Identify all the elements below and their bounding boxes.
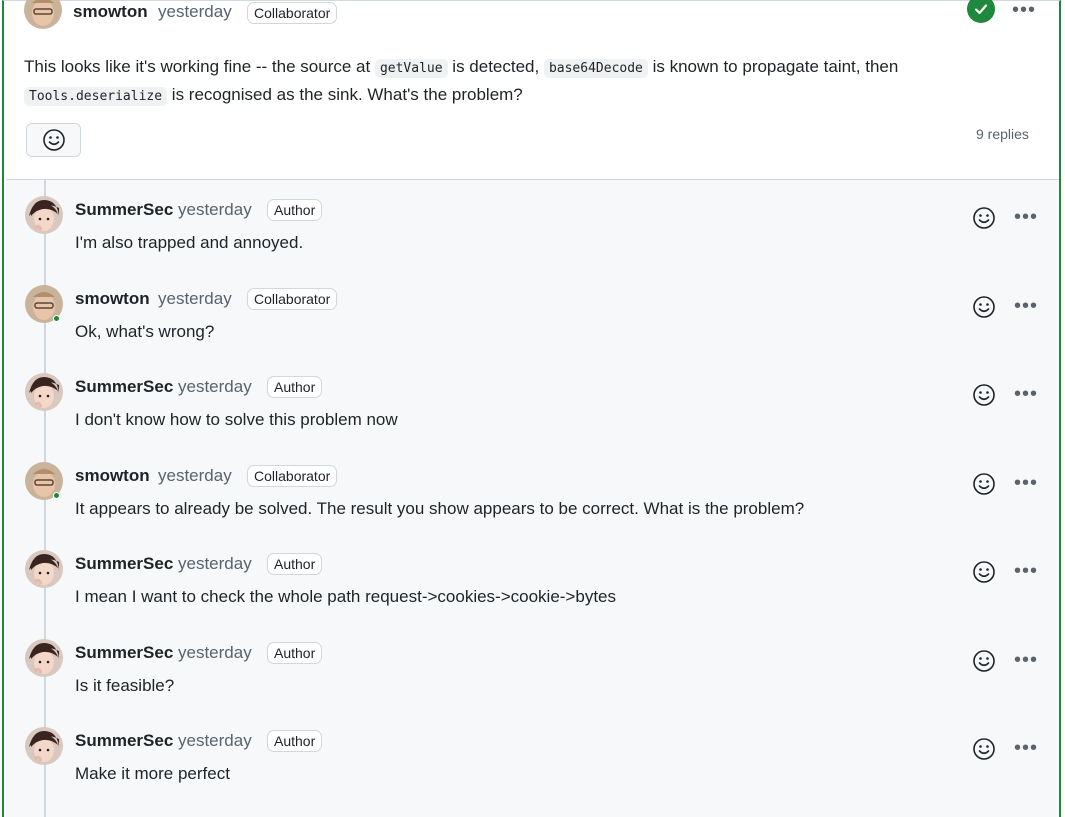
role-badge: Author (267, 730, 323, 752)
reply-author[interactable]: smowton (75, 289, 150, 309)
reply-timestamp[interactable]: yesterday (178, 643, 252, 663)
smiley-icon[interactable] (972, 206, 996, 230)
reply-timestamp[interactable]: yesterday (178, 731, 252, 751)
reply-timestamp[interactable]: yesterday (178, 377, 252, 397)
avatar[interactable] (25, 727, 63, 765)
status-dot (53, 492, 60, 499)
replies-list: SummerSec yesterday Author I'm also trapped… (6, 179, 1059, 817)
answer-comment: smowton yesterday Collaborator ••• This … (4, 0, 1059, 179)
code-tools-deserialize: Tools.deserialize (24, 87, 168, 106)
reply-comment: SummerSec yesterday Author Is it feasible? •… (6, 639, 1059, 727)
reply-body: It appears to already be solved. The res… (75, 499, 805, 518)
status-dot (53, 315, 60, 322)
reply-body: I don't know how to solve this problem n… (75, 410, 398, 429)
kebab-horizontal-icon[interactable]: ••• (1014, 561, 1038, 581)
avatar[interactable] (24, 0, 62, 29)
avatar[interactable] (25, 373, 63, 411)
kebab-horizontal-icon[interactable]: ••• (1014, 296, 1038, 316)
comment-body: This looks like it's working fine -- the… (24, 57, 899, 106)
reply-author[interactable]: SummerSec (75, 731, 173, 751)
smiley-icon[interactable] (972, 560, 996, 584)
reply-body: Ok, what's wrong? (75, 322, 215, 341)
reply-timestamp[interactable]: yesterday (178, 554, 252, 574)
reply-body: Is it feasible? (75, 676, 175, 695)
comment-timestamp[interactable]: yesterday (158, 2, 232, 22)
avatar[interactable] (25, 639, 63, 677)
kebab-horizontal-icon[interactable]: ••• (1014, 207, 1038, 227)
reply-comment: SummerSec yesterday Author I'm also trapped… (6, 196, 1059, 284)
smiley-icon[interactable] (972, 472, 996, 496)
role-badge: Collaborator (247, 2, 338, 24)
reply-body: Make it more perfect (75, 764, 230, 783)
replies-count: 9 replies (976, 126, 1029, 142)
reply-comment: SummerSec yesterday Author I mean I want to… (6, 550, 1059, 638)
discussion-answer-frame: smowton yesterday Collaborator ••• This … (2, 0, 1061, 817)
reply-timestamp[interactable]: yesterday (158, 289, 232, 309)
reply-author[interactable]: SummerSec (75, 377, 173, 397)
smiley-icon (42, 129, 65, 151)
reply-comment: SummerSec yesterday Author Make it more per… (6, 727, 1059, 815)
code-getvalue: getValue (374, 59, 448, 78)
kebab-horizontal-icon[interactable]: ••• (1014, 650, 1038, 670)
reply-comment: smowton yesterday Collaborator It appears t… (6, 462, 1059, 550)
reply-comment: SummerSec yesterday Author I don't know how… (6, 373, 1059, 461)
role-badge: Author (267, 199, 323, 221)
smiley-icon[interactable] (972, 649, 996, 673)
reply-comment: smowton yesterday Collaborator Ok, what's w… (6, 285, 1059, 373)
kebab-horizontal-icon[interactable]: ••• (1014, 473, 1038, 493)
comment-author[interactable]: smowton (73, 2, 148, 22)
role-badge: Author (267, 642, 323, 664)
role-badge: Collaborator (247, 465, 338, 487)
avatar[interactable] (25, 196, 63, 234)
role-badge: Author (267, 376, 323, 398)
reply-timestamp[interactable]: yesterday (178, 200, 252, 220)
check-circle-icon (967, 0, 995, 23)
avatar[interactable] (25, 550, 63, 588)
role-badge: Collaborator (247, 288, 338, 310)
kebab-horizontal-icon[interactable]: ••• (1014, 738, 1038, 758)
code-base64decode: base64Decode (543, 59, 648, 78)
smiley-icon[interactable] (972, 295, 996, 319)
reply-author[interactable]: smowton (75, 466, 150, 486)
smiley-icon[interactable] (972, 383, 996, 407)
smiley-icon[interactable] (972, 737, 996, 761)
reply-author[interactable]: SummerSec (75, 554, 173, 574)
reply-timestamp[interactable]: yesterday (158, 466, 232, 486)
reply-body: I mean I want to check the whole path re… (75, 587, 616, 606)
reply-author[interactable]: SummerSec (75, 200, 173, 220)
role-badge: Author (267, 553, 323, 575)
kebab-horizontal-icon[interactable]: ••• (1012, 0, 1036, 20)
add-reaction-button[interactable] (26, 123, 81, 157)
reply-body: I'm also trapped and annoyed. (75, 233, 304, 252)
kebab-horizontal-icon[interactable]: ••• (1014, 384, 1038, 404)
reply-author[interactable]: SummerSec (75, 643, 173, 663)
